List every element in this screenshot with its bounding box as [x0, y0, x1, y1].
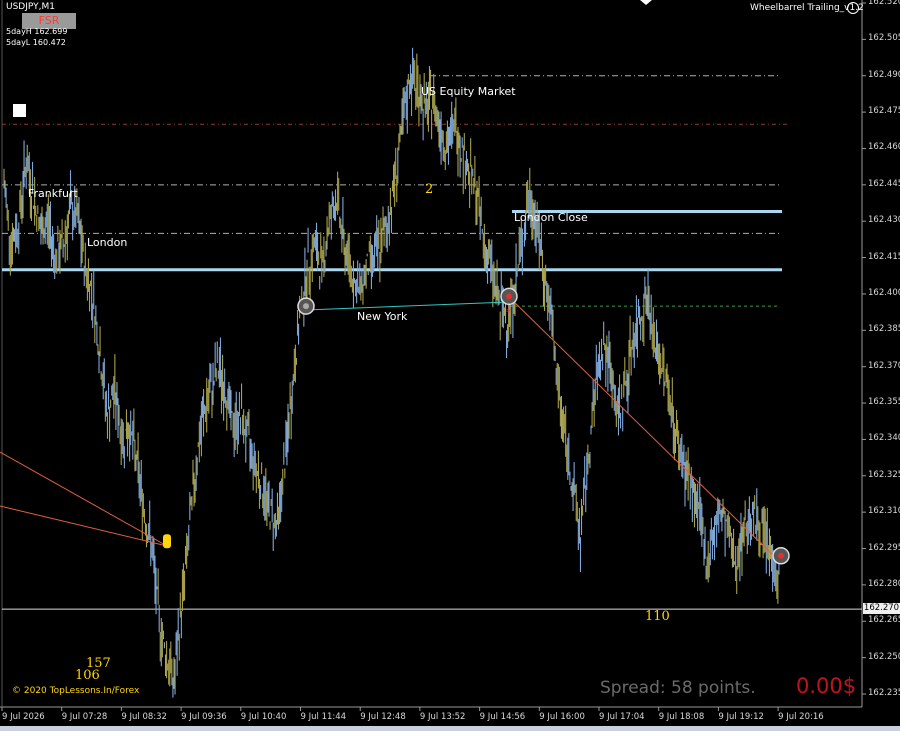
- count-label-2: 2: [425, 182, 434, 197]
- price-tick-label: 162.490: [868, 69, 900, 80]
- price-tick-label: 162.235: [868, 688, 900, 698]
- price-tick-label: 162.325: [868, 469, 900, 480]
- time-tick-label: 9 Jul 11:44: [300, 712, 347, 722]
- star-icon: *: [506, 306, 512, 319]
- price-tick-label: 162.340: [868, 433, 900, 444]
- price-tick-label: 162.445: [868, 178, 900, 189]
- price-tick-label: 162.505: [868, 33, 900, 44]
- symbol-title: USDJPY,M1: [6, 2, 55, 12]
- price-tick-label: 162.400: [868, 287, 900, 298]
- horizontal-scrollbar[interactable]: [0, 726, 900, 731]
- time-tick-label: 9 Jul 12:48: [360, 712, 406, 722]
- time-tick-label: 9 Jul 2026: [2, 712, 45, 722]
- yellow-marker-icon: [163, 534, 171, 549]
- trade-marker-dot: [506, 293, 512, 300]
- spread-readout: Spread: 58 points.: [600, 678, 756, 698]
- profit-readout: 0.00$: [796, 674, 857, 698]
- time-tick-label: 9 Jul 14:56: [479, 712, 526, 722]
- checkbox-toggle[interactable]: [13, 104, 26, 117]
- session-us-equity: US Equity Market: [421, 85, 516, 98]
- price-tick-label: 162.250: [868, 651, 900, 662]
- time-tick-label: 9 Jul 16:00: [539, 712, 585, 722]
- time-tick-label: 9 Jul 08:32: [121, 712, 167, 722]
- time-tick-label: 9 Jul 13:52: [419, 712, 466, 722]
- trend-line: [508, 296, 781, 563]
- price-tick-label: 162.310: [868, 506, 900, 517]
- price-tick-label: 162.355: [868, 397, 900, 408]
- trend-line: [305, 301, 510, 311]
- session-frankfurt: Frankfurt: [28, 187, 78, 200]
- session-london: London: [87, 236, 128, 249]
- session-london-close: London Close: [514, 211, 588, 224]
- time-tick-label: 9 Jul 19:12: [718, 712, 764, 722]
- five-day-high: 5dayH 162.699: [6, 27, 68, 36]
- session-new-york: New York: [357, 310, 408, 323]
- copyright-text: © 2020 TopLessons.In/Forex: [12, 686, 140, 696]
- trade-marker-dot: [778, 552, 784, 559]
- time-tick-label: 9 Jul 17:04: [599, 712, 645, 722]
- time-tick-label: 9 Jul 20:16: [778, 712, 824, 722]
- time-tick-label: 9 Jul 10:40: [240, 712, 287, 722]
- price-tick-label: 162.280: [868, 578, 900, 589]
- price-tick-label: 162.265: [868, 615, 900, 626]
- count-label-110: 110: [645, 609, 670, 624]
- trade-marker-dot: [303, 303, 309, 310]
- price-tick-label: 162.295: [868, 542, 900, 553]
- price-tick-label: 162.385: [868, 324, 900, 335]
- count-label-106: 106: [75, 668, 100, 683]
- time-tick-label: 9 Jul 07:28: [61, 712, 108, 722]
- five-day-low: 5dayL 160.472: [6, 38, 66, 47]
- price-tick-label: 162.475: [868, 106, 900, 117]
- price-chart[interactable]: *: [0, 0, 900, 731]
- price-tick-label: 162.415: [868, 251, 900, 262]
- price-tick-label: 162.460: [868, 142, 900, 153]
- smiley-icon: [847, 2, 859, 14]
- scroll-marker-icon[interactable]: [640, 0, 652, 5]
- price-tick-label: 162.520: [868, 0, 900, 7]
- price-tick-label: 162.370: [868, 360, 900, 371]
- price-tick-label: 162.430: [868, 215, 900, 226]
- time-tick-label: 9 Jul 09:36: [181, 712, 227, 722]
- chart-area[interactable]: * USDJPY,M1 FSR 5dayH 162.699 5dayL 160.…: [0, 0, 900, 731]
- current-price-tag: 162.270: [863, 603, 900, 614]
- time-tick-label: 9 Jul 18:08: [658, 712, 705, 722]
